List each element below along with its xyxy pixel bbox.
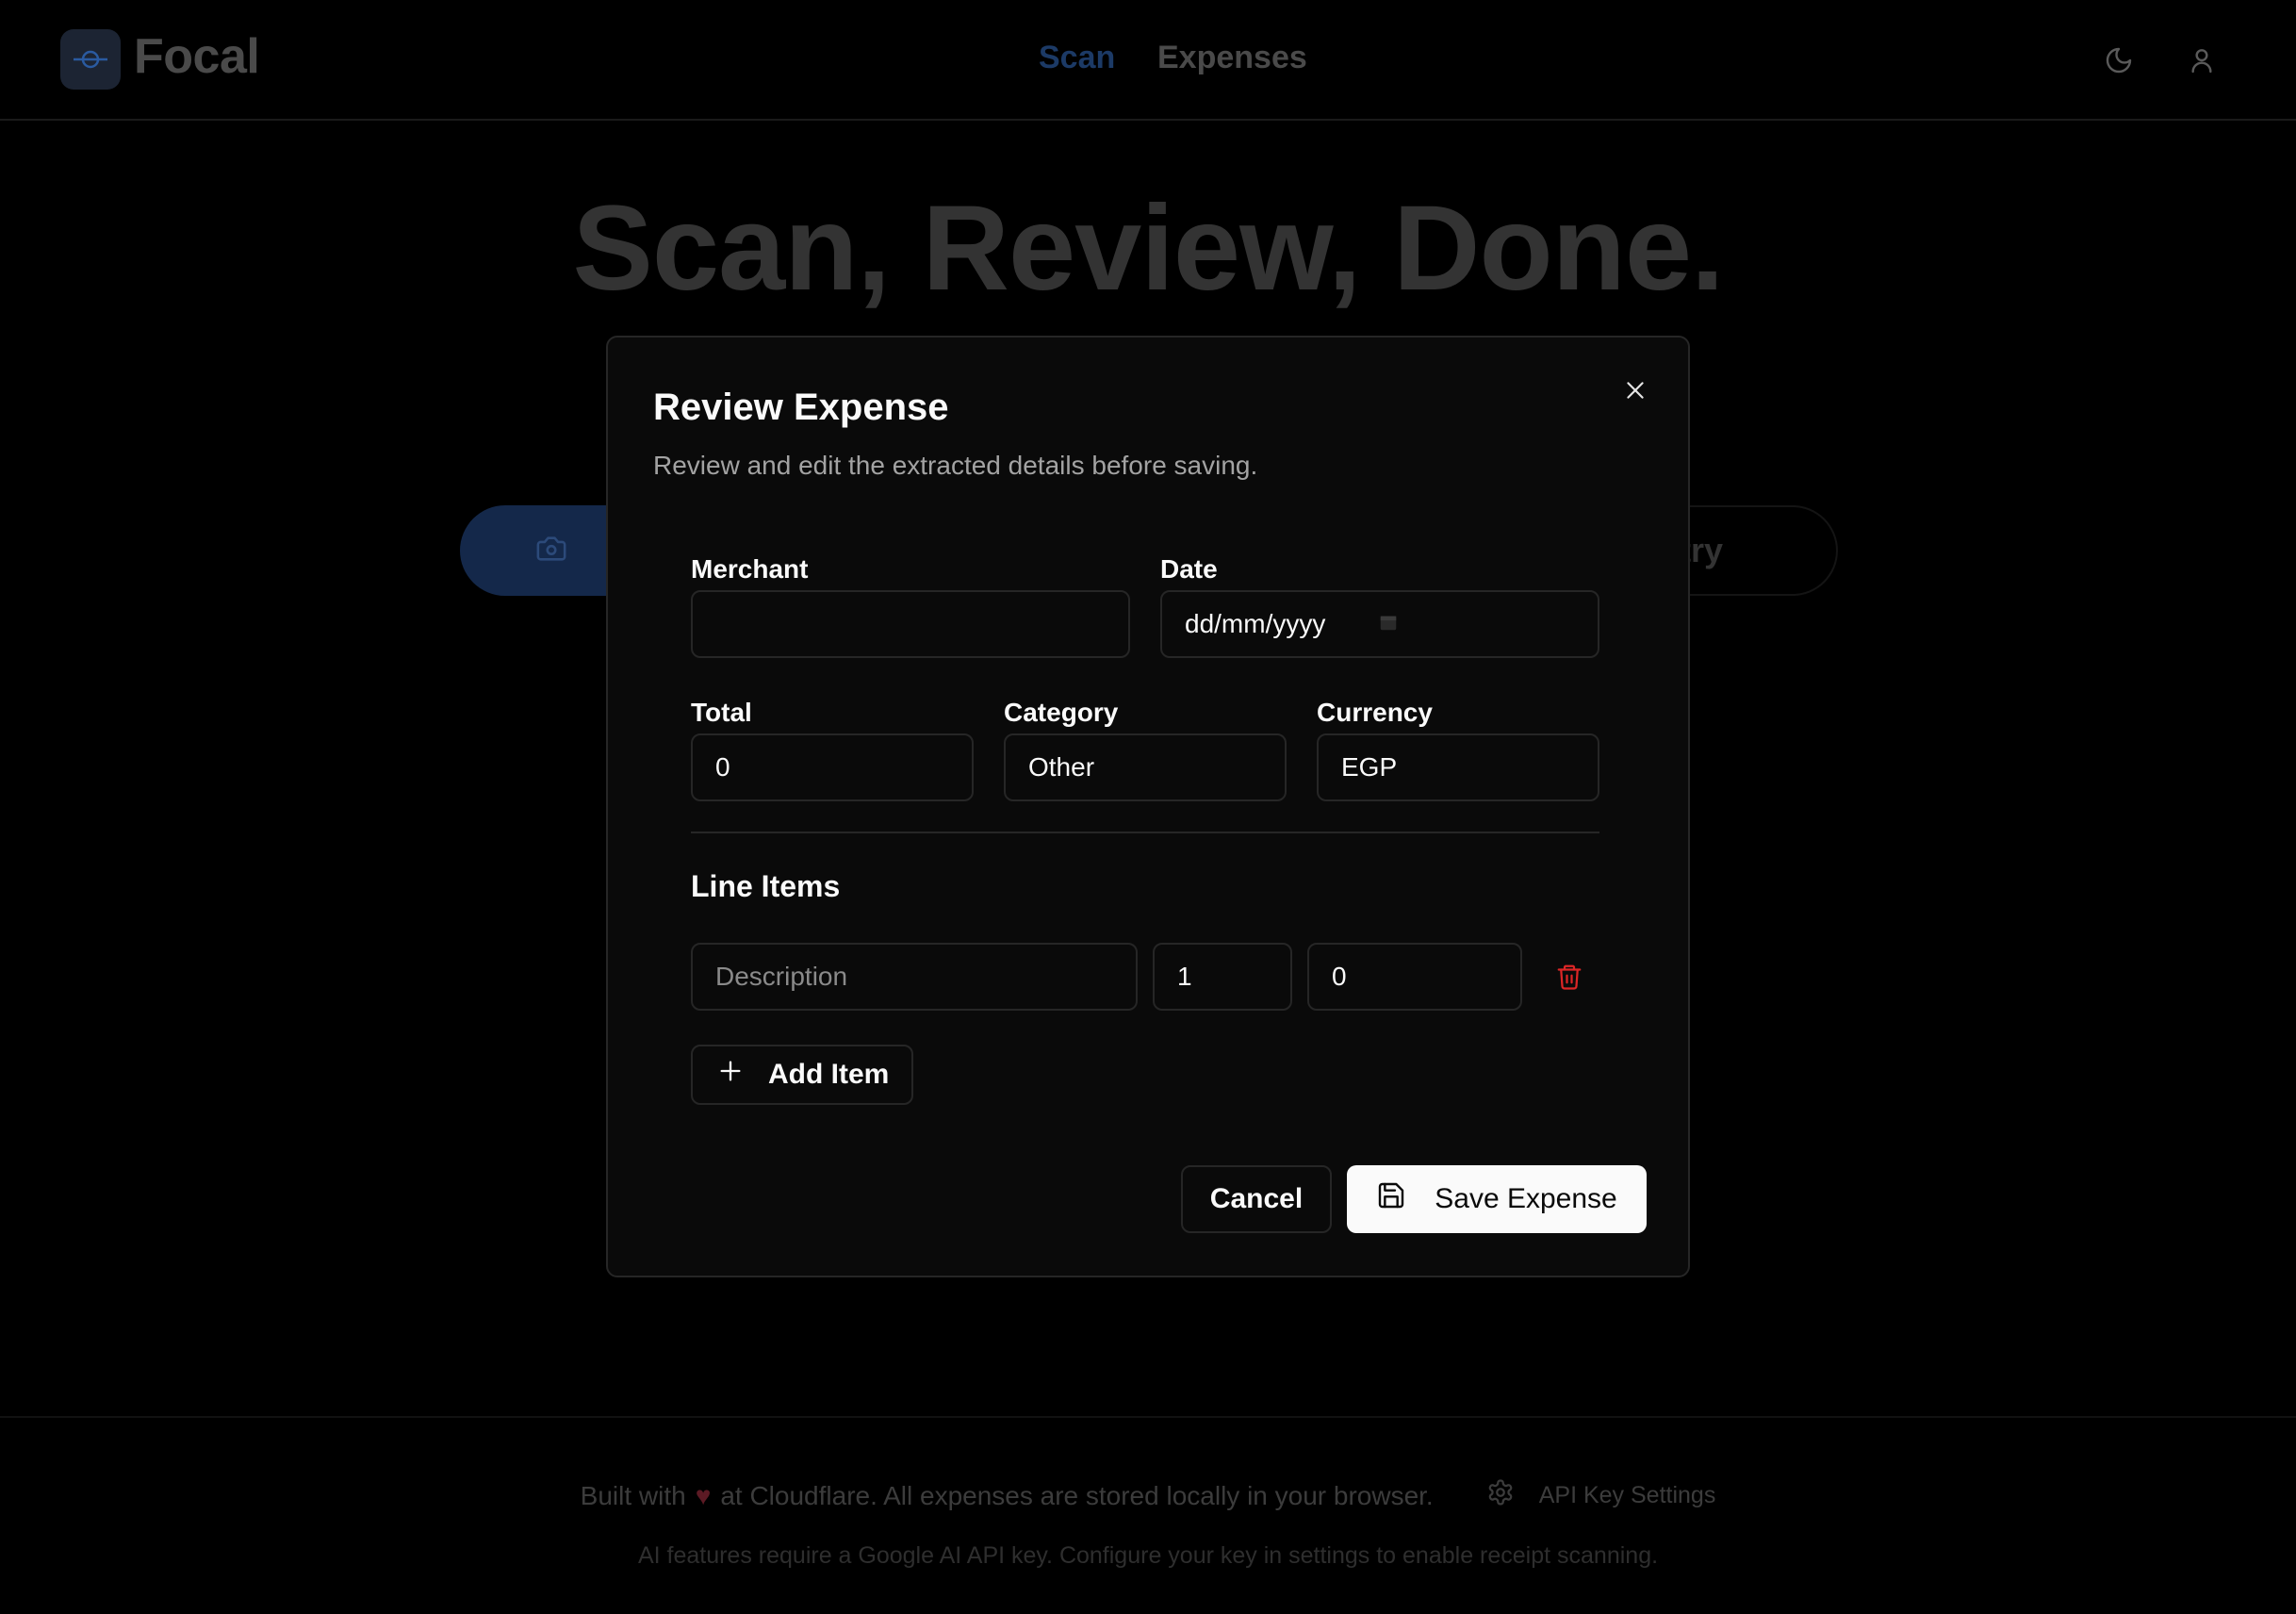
footer-credits: Built with ♥ at Cloudflare. All expenses… — [0, 1478, 2296, 1513]
moon-icon[interactable] — [2100, 41, 2138, 79]
save-icon — [1376, 1180, 1406, 1218]
api-key-settings-label: API Key Settings — [1538, 1482, 1716, 1508]
app-logo-text[interactable]: Focal — [134, 28, 260, 85]
hero-title: Scan, Review, Done. — [572, 181, 1724, 316]
close-icon[interactable] — [1616, 371, 1654, 409]
focus-icon — [60, 29, 121, 90]
add-item-button[interactable]: Add Item — [691, 1045, 913, 1105]
currency-label: Currency — [1317, 698, 1433, 727]
total-input[interactable] — [691, 733, 974, 801]
calendar-icon[interactable] — [1378, 609, 1399, 639]
line-item-description-input[interactable] — [691, 943, 1138, 1011]
line-item-quantity-input[interactable] — [1153, 943, 1292, 1011]
save-expense-label: Save Expense — [1435, 1183, 1617, 1214]
category-input[interactable] — [1004, 733, 1287, 801]
total-label: Total — [691, 698, 752, 727]
section-divider — [691, 832, 1599, 833]
gear-icon — [1486, 1478, 1515, 1513]
camera-icon — [535, 533, 567, 569]
merchant-input[interactable] — [691, 590, 1130, 658]
nav-scan[interactable]: Scan — [1039, 40, 1115, 76]
review-expense-dialog: Review Expense Review and edit the extra… — [606, 336, 1690, 1277]
cancel-label: Cancel — [1209, 1183, 1304, 1214]
heart-icon: ♥ — [695, 1480, 712, 1510]
top-navigation-bar: Focal Scan Expenses — [0, 0, 2296, 121]
merchant-label: Merchant — [691, 554, 809, 584]
footer-api-note: AI features require a Google AI API key.… — [637, 1542, 1659, 1569]
category-label: Category — [1004, 698, 1119, 727]
date-label: Date — [1160, 554, 1218, 584]
nav-expenses[interactable]: Expenses — [1157, 40, 1307, 76]
currency-input[interactable] — [1317, 733, 1599, 801]
footer-storage-note: at Cloudflare. All expenses are stored l… — [720, 1480, 1434, 1510]
line-items-title: Line Items — [691, 869, 841, 903]
plus-icon — [717, 1058, 744, 1092]
line-item-price-input[interactable] — [1307, 943, 1522, 1011]
date-input[interactable]: dd/mm/yyyy — [1160, 590, 1599, 658]
footer: Built with ♥ at Cloudflare. All expenses… — [0, 1416, 2296, 1614]
user-icon[interactable] — [2183, 41, 2221, 79]
api-key-settings-link[interactable]: API Key Settings — [1486, 1478, 1716, 1513]
save-expense-button[interactable]: Save Expense — [1347, 1165, 1647, 1233]
date-value: dd/mm/yyyy — [1185, 609, 1326, 638]
trash-icon[interactable] — [1552, 956, 1586, 997]
add-item-label: Add Item — [768, 1059, 890, 1090]
footer-built-with: Built with — [580, 1480, 686, 1510]
dialog-title: Review Expense — [653, 387, 949, 428]
cancel-button[interactable]: Cancel — [1181, 1165, 1332, 1233]
dialog-description: Review and edit the extracted details be… — [653, 451, 1258, 480]
